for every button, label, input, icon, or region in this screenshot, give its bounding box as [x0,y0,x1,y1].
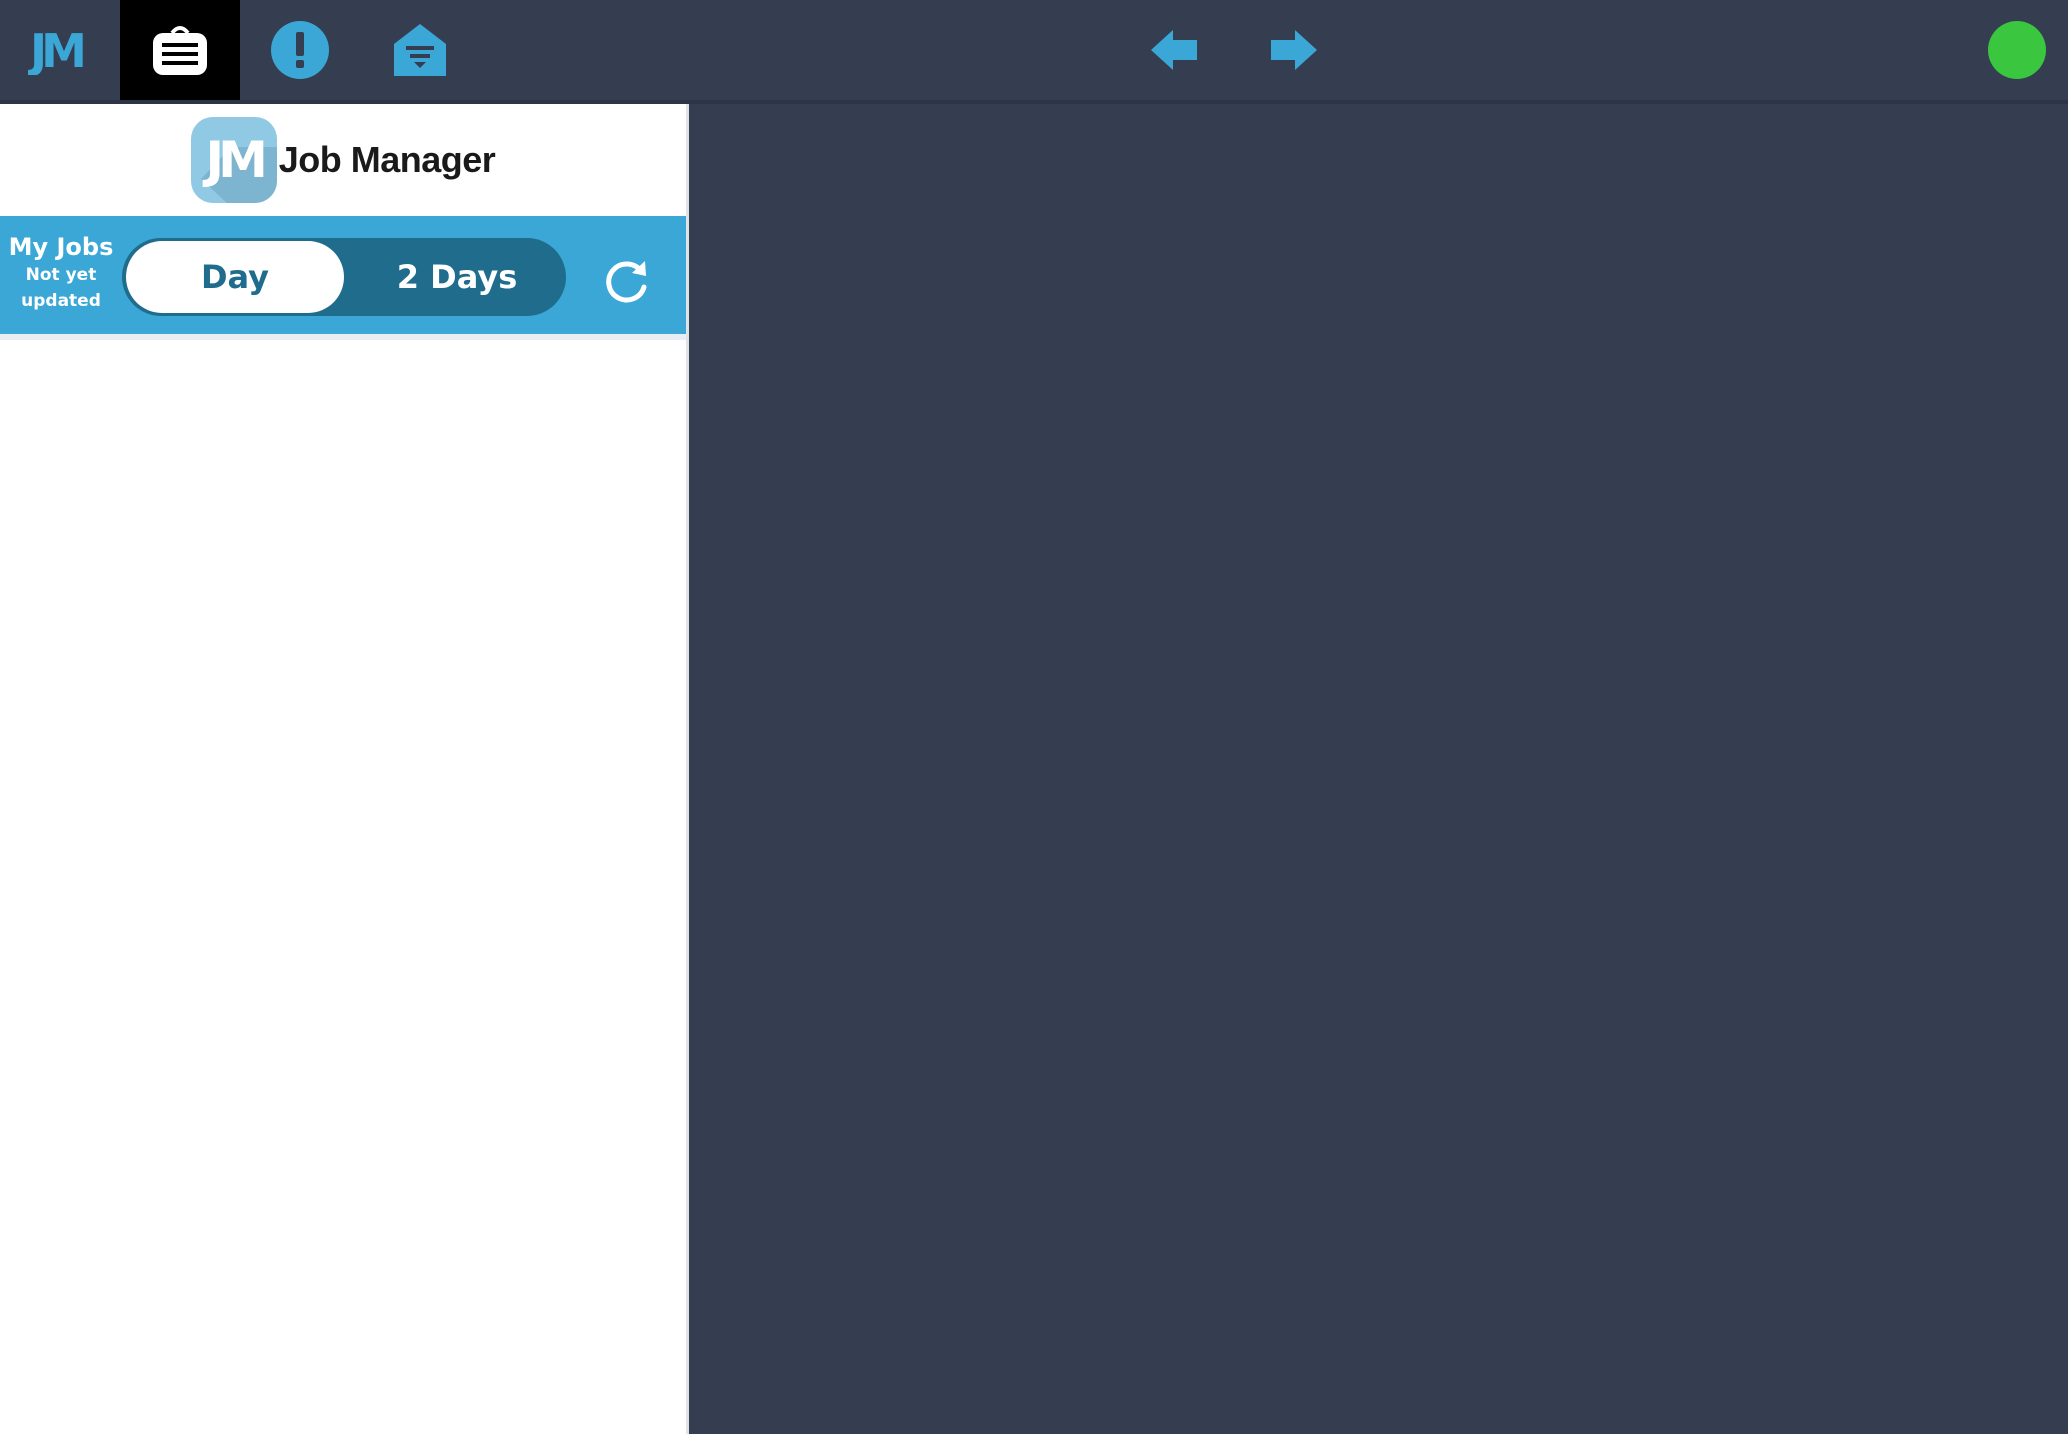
top-toolbar: JM [0,0,2068,104]
forward-button[interactable] [1266,22,1322,78]
status-online-indicator[interactable] [1988,21,2046,79]
brand-header: JM Job Manager [0,104,686,216]
jobs-heading: My Jobs Not yet updated [0,232,122,314]
update-status-line2: updated [21,291,101,311]
range-2days-option[interactable]: 2 Days [354,241,560,313]
range-toggle[interactable]: Day 2 Days [122,238,566,316]
svg-text:JM: JM [28,25,83,75]
job-manager-logo: JM [190,117,277,203]
arrow-right-icon [1271,30,1317,70]
back-button[interactable] [1146,22,1202,78]
inbox-button[interactable] [360,0,480,100]
alerts-icon [271,21,329,79]
inbox-icon [394,24,446,76]
refresh-button[interactable] [596,252,656,312]
alerts-button[interactable] [240,0,360,100]
range-day-option[interactable]: Day [126,241,344,313]
jobs-list-button[interactable] [120,0,240,100]
jobs-panel: JM Job Manager My Jobs Not yet updated D… [0,104,689,1434]
jobs-title: My Jobs [8,233,114,261]
update-status-line1: Not yet [25,265,97,285]
main-content-area [689,104,2068,1434]
home-button[interactable]: JM [0,0,120,100]
jm-logo-icon: JM [28,25,89,75]
jobs-toolbar: My Jobs Not yet updated Day 2 Days [0,216,686,340]
logo-letters: JM [205,131,268,189]
jobs-list-icon [153,26,207,75]
app-title: Job Manager [278,139,496,180]
arrow-left-icon [1151,30,1197,70]
refresh-icon [606,261,647,303]
